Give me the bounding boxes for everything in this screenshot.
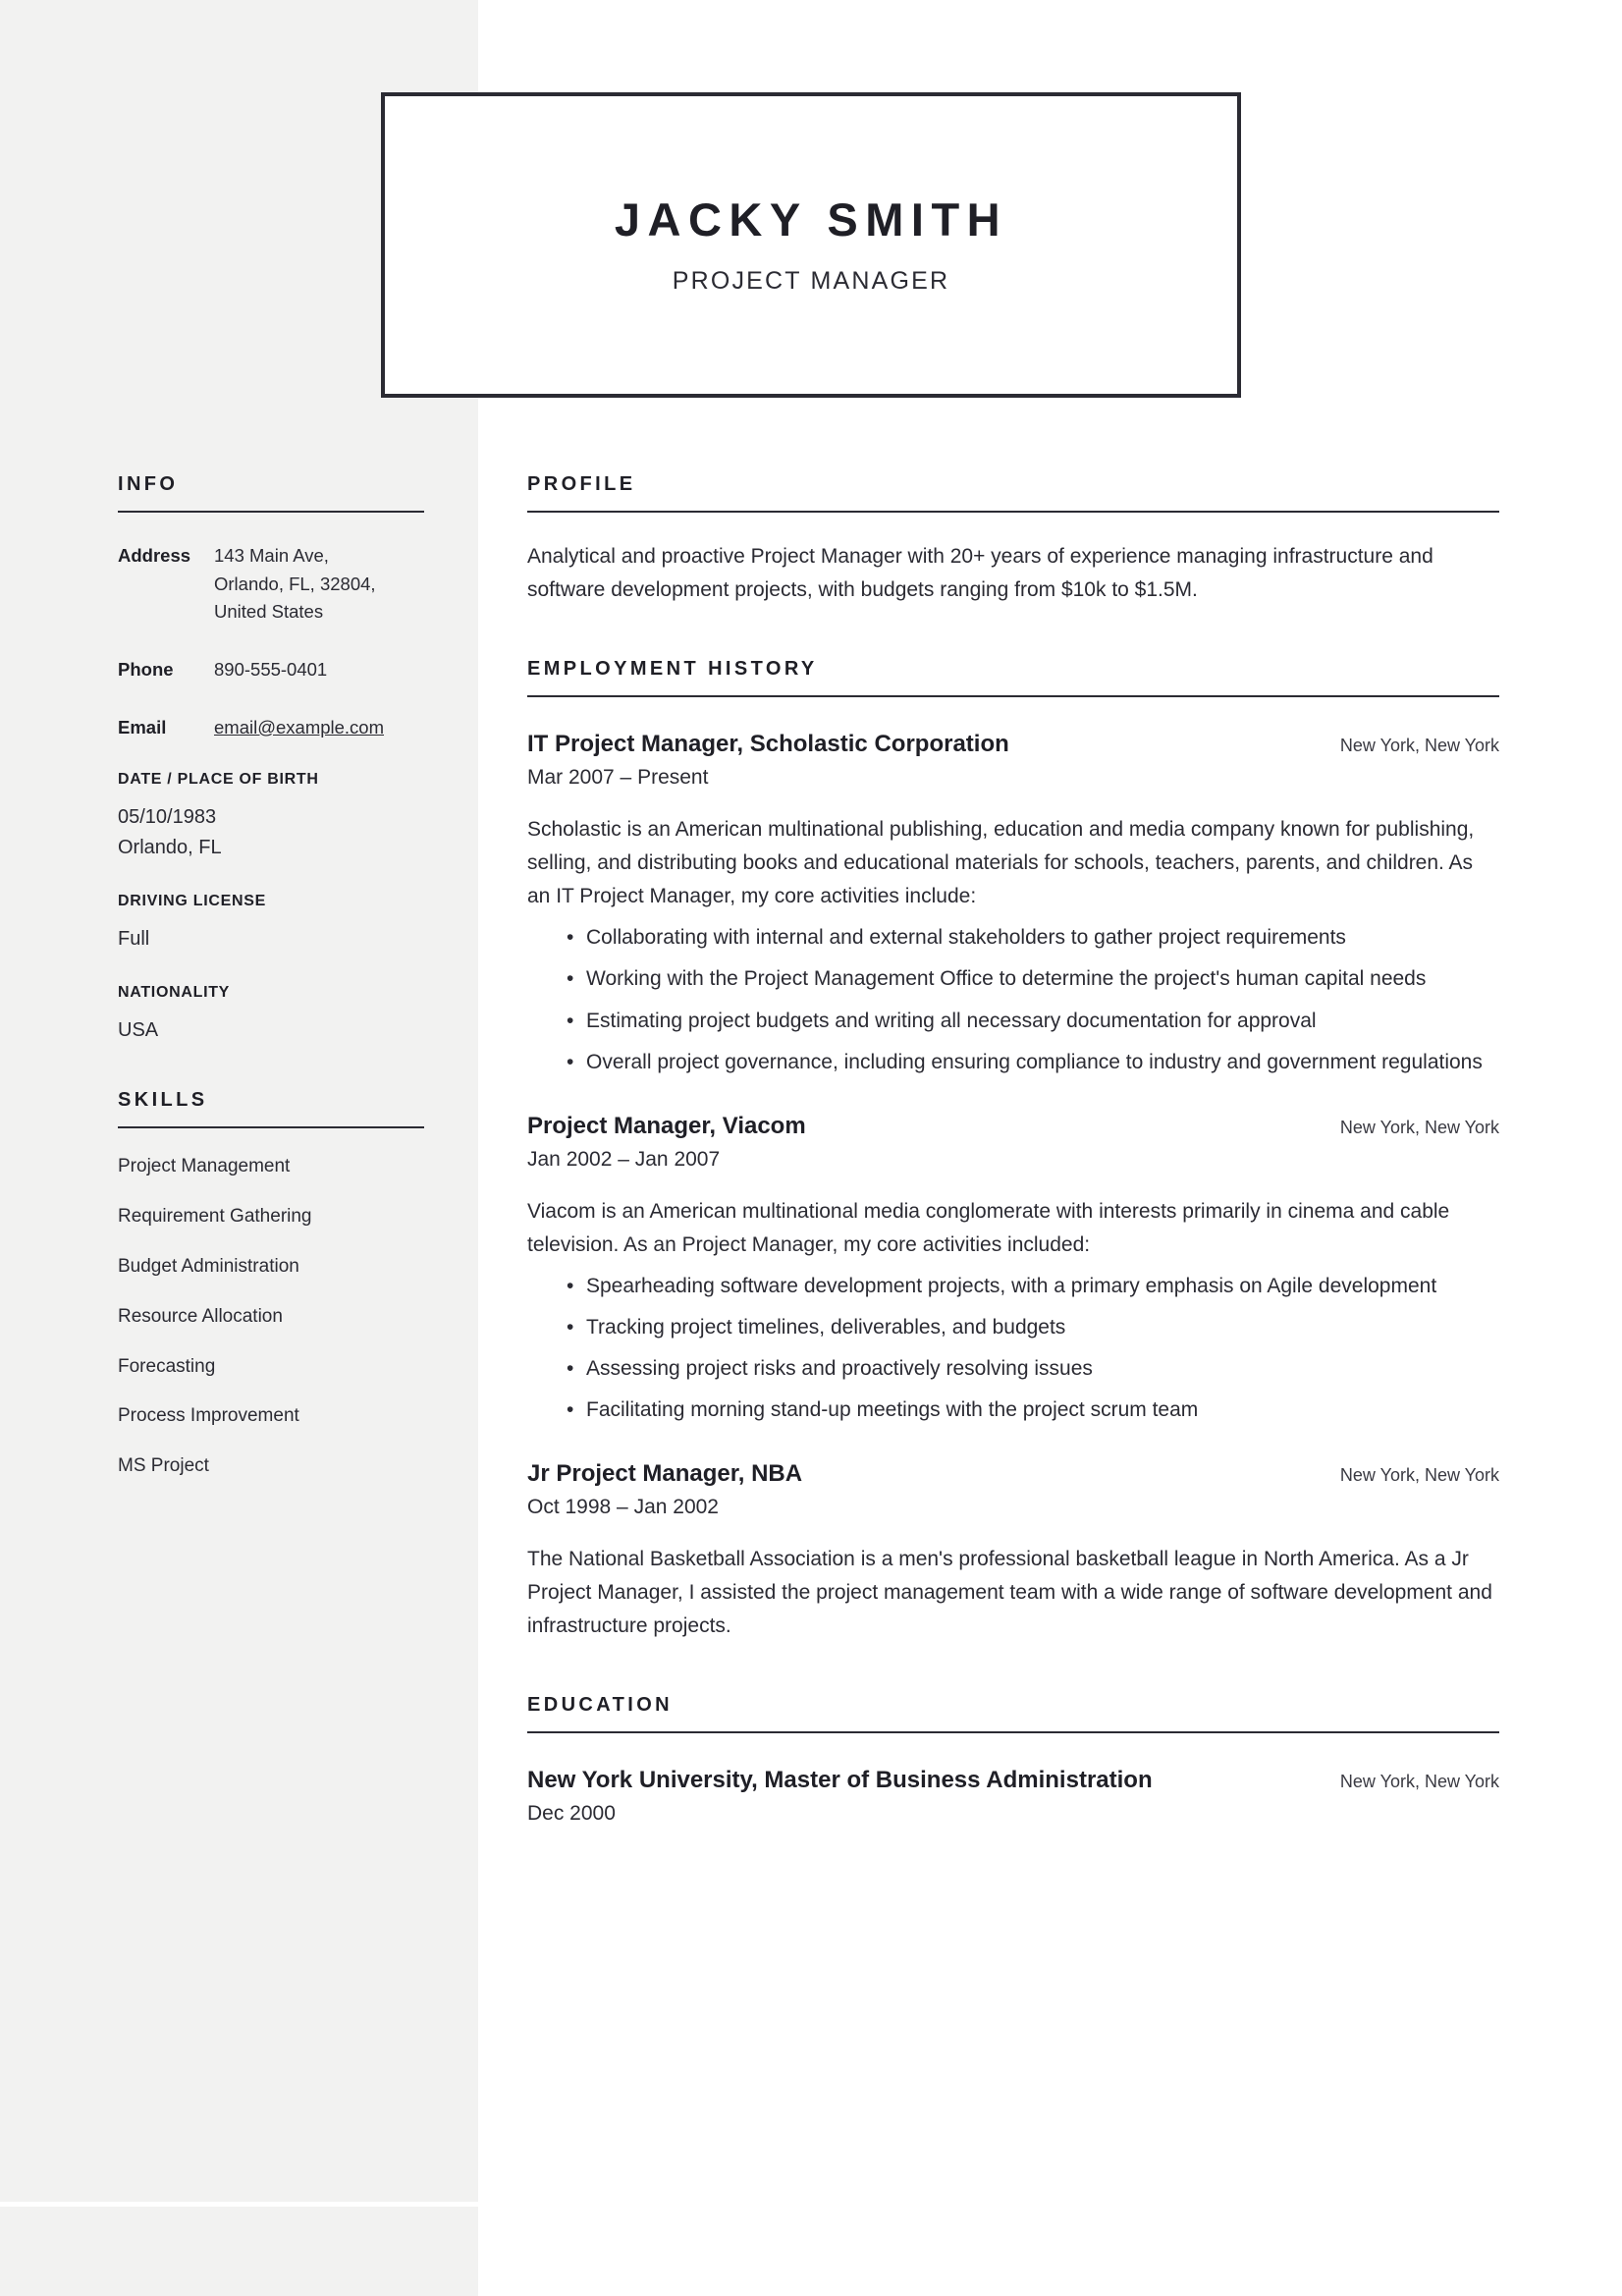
experience-entry: New York University, Master of Business …: [527, 1766, 1499, 1828]
entry-bullet: Facilitating morning stand-up meetings w…: [567, 1394, 1499, 1427]
info-list: Address 143 Main Ave, Orlando, FL, 32804, U…: [118, 542, 424, 741]
entry-description: Viacom is an American multinational medi…: [527, 1199, 1450, 1256]
education-entry-list: New York University, Master of Business …: [527, 1766, 1499, 1828]
info-row-label: Phone: [118, 659, 174, 681]
skill-item: Requirement Gathering: [118, 1206, 312, 1228]
info-block-heading: NATIONALITY: [118, 984, 231, 1002]
info-row-label: Email: [118, 716, 167, 738]
profile-section: PROFILE Analytical and proactive Project…: [527, 473, 1499, 607]
entry-dates: Oct 1998 – Jan 2002: [527, 1496, 719, 1519]
sidebar: INFO Address 143 Main Ave, Orlando, FL, 32…: [118, 473, 424, 1505]
employment-section: EMPLOYMENT HISTORY IT Project Manager, S…: [527, 658, 1499, 1643]
entry-location: New York, New York: [1339, 1465, 1499, 1486]
sidebar-background-page-2: [0, 2207, 478, 2296]
entry-location: New York, New York: [1339, 736, 1499, 756]
entry-header: Jr Project Manager, NBA New York, New Yor…: [527, 1459, 1499, 1489]
job-title: PROJECT MANAGER: [672, 266, 950, 295]
info-block-heading: DRIVING LICENSE: [118, 893, 266, 910]
employment-divider: [527, 695, 1499, 698]
experience-entry: IT Project Manager, Scholastic Corporati…: [527, 730, 1499, 1079]
info-block-heading: DATE / PLACE OF BIRTH: [118, 771, 319, 789]
info-block: DATE / PLACE OF BIRTH 05/10/1983 Orlando, …: [118, 771, 424, 863]
entry-location: New York, New York: [1339, 1772, 1499, 1792]
entry-description: Scholastic is an American multinational …: [527, 818, 1475, 908]
experience-entry: Jr Project Manager, NBA New York, New Yor…: [527, 1459, 1499, 1643]
entry-bullet-list: Spearheading software development projec…: [527, 1270, 1499, 1427]
entry-bullet: Collaborating with internal and external…: [567, 921, 1499, 955]
entry-location: New York, New York: [1339, 1117, 1499, 1137]
employment-heading: EMPLOYMENT HISTORY: [527, 658, 818, 681]
resume-page: JACKY SMITH PROJECT MANAGER INFO Address…: [0, 0, 1622, 2296]
info-row-value: 143 Main Ave, Orlando, FL, 32804, United S…: [214, 545, 376, 623]
entry-dates: Dec 2000: [527, 1802, 616, 1826]
entry-header: Project Manager, Viacom New York, New Yor…: [527, 1112, 1499, 1141]
info-block-value: Full: [118, 928, 150, 951]
info-block: NATIONALITY USA: [118, 984, 424, 1046]
info-block-value: 05/10/1983 Orlando, FL: [118, 806, 222, 859]
skills-divider: [118, 1126, 424, 1129]
info-block: DRIVING LICENSE Full: [118, 893, 424, 955]
info-heading: INFO: [118, 473, 179, 495]
skill-item: Budget Administration: [118, 1255, 299, 1277]
info-row: Address 143 Main Ave, Orlando, FL, 32804, U…: [118, 542, 424, 627]
entry-title: Jr Project Manager, NBA: [527, 1460, 803, 1488]
info-divider: [118, 511, 424, 513]
skill-item: Resource Allocation: [118, 1305, 283, 1327]
entry-description: The National Basketball Association is a…: [527, 1548, 1492, 1638]
page-title: JACKY SMITH: [614, 193, 1008, 246]
education-section: EDUCATION New York University, Master of…: [527, 1694, 1499, 1828]
info-row-value: 890-555-0401: [214, 659, 328, 681]
info-block-value: USA: [118, 1019, 159, 1042]
main-content: PROFILE Analytical and proactive Project…: [527, 473, 1499, 1829]
entry-title: Project Manager, Viacom: [527, 1112, 806, 1139]
skill-item: Process Improvement: [118, 1405, 299, 1427]
entry-header: New York University, Master of Business …: [527, 1766, 1499, 1795]
entry-title: IT Project Manager, Scholastic Corporati…: [527, 731, 1009, 758]
info-detail-blocks: DATE / PLACE OF BIRTH 05/10/1983 Orlando, …: [118, 771, 424, 1046]
skills-section: SKILLS Project Management Requirement Gat…: [118, 1089, 424, 1478]
entry-bullet: Assessing project risks and proactively …: [567, 1352, 1499, 1386]
profile-heading: PROFILE: [527, 473, 636, 495]
info-row: Email email@example.com: [118, 714, 424, 742]
entry-bullet: Estimating project budgets and writing a…: [567, 1005, 1499, 1038]
education-heading: EDUCATION: [527, 1694, 674, 1717]
entry-bullet: Working with the Project Management Offi…: [567, 962, 1499, 996]
entry-title: New York University, Master of Business …: [527, 1767, 1153, 1794]
employment-entry-list: IT Project Manager, Scholastic Corporati…: [527, 730, 1499, 1643]
entry-dates: Mar 2007 – Present: [527, 766, 709, 790]
info-row: Phone 890-555-0401: [118, 656, 424, 684]
entry-header: IT Project Manager, Scholastic Corporati…: [527, 730, 1499, 759]
header-name-box: JACKY SMITH PROJECT MANAGER: [381, 92, 1241, 398]
profile-text: Analytical and proactive Project Manager…: [527, 545, 1433, 602]
entry-bullet: Spearheading software development projec…: [567, 1270, 1499, 1303]
experience-entry: Project Manager, Viacom New York, New Yor…: [527, 1112, 1499, 1427]
skills-list: Project Management Requirement Gathering B…: [118, 1156, 424, 1478]
entry-bullet: Tracking project timelines, deliverables…: [567, 1311, 1499, 1344]
entry-dates: Jan 2002 – Jan 2007: [527, 1147, 721, 1171]
skill-item: MS Project: [118, 1455, 209, 1477]
education-divider: [527, 1731, 1499, 1734]
skills-heading: SKILLS: [118, 1089, 208, 1112]
email-link[interactable]: email@example.com: [214, 714, 384, 742]
profile-divider: [527, 511, 1499, 513]
entry-bullet-list: Collaborating with internal and external…: [527, 921, 1499, 1078]
info-row-label: Address: [118, 545, 191, 566]
entry-bullet: Overall project governance, including en…: [567, 1046, 1499, 1079]
skill-item: Project Management: [118, 1156, 291, 1177]
skill-item: Forecasting: [118, 1355, 216, 1377]
info-section: INFO Address 143 Main Ave, Orlando, FL, 32…: [118, 473, 424, 1046]
